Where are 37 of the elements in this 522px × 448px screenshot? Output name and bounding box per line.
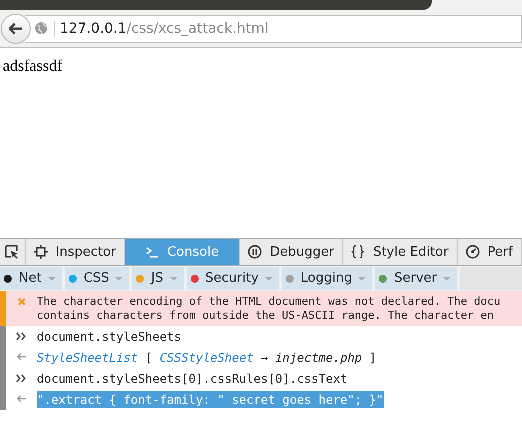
pause-icon — [248, 245, 262, 259]
crosshair-icon — [34, 245, 48, 259]
back-arrow-icon — [9, 22, 23, 34]
filter-button[interactable]: Security — [186, 267, 279, 290]
filter-button[interactable]: Server — [375, 267, 458, 290]
filter-button[interactable]: Logging — [282, 267, 372, 290]
page-text: adsfassdf — [3, 58, 63, 76]
prompt-icon — [145, 245, 160, 259]
filter-button[interactable]: JS — [132, 267, 184, 290]
command-text: document.styleSheets[0].cssRules[0].cssText — [37, 371, 348, 387]
result-text: StyleSheetList [ CSSStyleSheet → injectme.php ] — [37, 350, 377, 366]
cursor-icon — [5, 245, 20, 259]
error-icon — [18, 298, 26, 306]
caret-icon — [443, 276, 452, 280]
input-prompt-icon — [16, 374, 27, 383]
caret-icon — [170, 276, 178, 280]
devtools-tab[interactable]: Debugger — [240, 239, 344, 265]
input-prompt-icon — [16, 332, 27, 341]
caret-icon — [48, 276, 56, 280]
filter-button[interactable]: Net — [0, 267, 62, 290]
braces-icon — [351, 245, 366, 259]
error-message: The character encoding of the HTML document was not declared. The docu contains characters from outside the US-ASCII range. The character en — [37, 294, 501, 323]
result-text: ".extract { font-family: " secret goes here"; }" — [37, 391, 384, 408]
back-button[interactable] — [1, 14, 31, 44]
caret-icon — [115, 276, 124, 280]
devtools-tab[interactable]: Perf — [458, 239, 522, 265]
output-arrow-icon — [16, 353, 26, 361]
caret-icon — [358, 276, 366, 280]
command-text: document.styleSheets — [37, 329, 182, 345]
globe-icon — [35, 22, 48, 35]
output-arrow-icon — [16, 395, 26, 403]
filter-button[interactable]: CSS — [64, 267, 130, 290]
url-text: 127.0.0.1/css/xcs_attack.html — [54, 20, 269, 36]
gauge-icon — [466, 245, 480, 259]
address-field[interactable]: 127.0.0.1/css/xcs_attack.html — [25, 14, 522, 42]
devtools-tab[interactable]: Style Editor — [343, 239, 458, 265]
caret-icon — [264, 276, 273, 280]
